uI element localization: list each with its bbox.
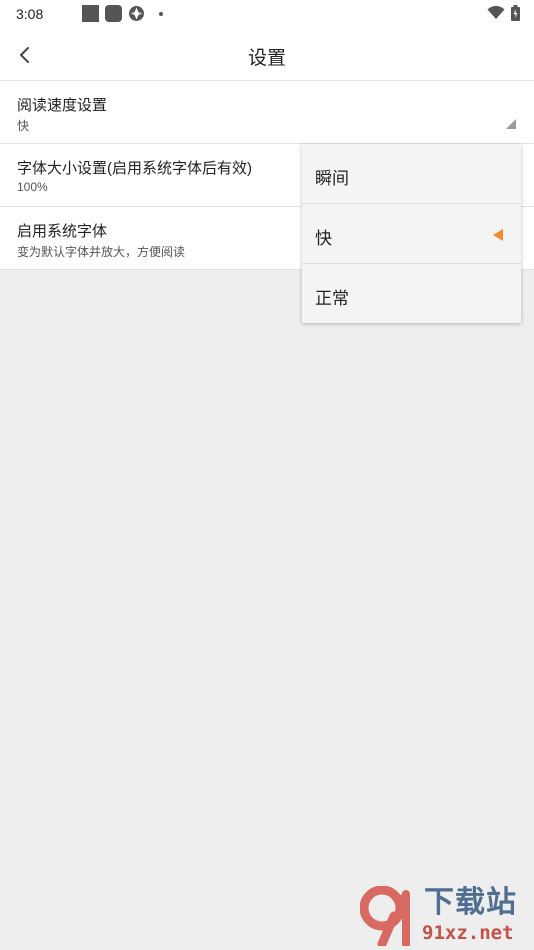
watermark-url: 91xz.net <box>422 922 514 944</box>
status-time: 3:08 <box>16 6 44 22</box>
spinner-arrow-icon <box>506 119 516 129</box>
notification-icons <box>82 5 163 22</box>
wifi-icon <box>487 6 505 19</box>
dropdown-option-fast[interactable]: 快 <box>302 204 521 264</box>
setting-description: 变为默认字体并放大，方便阅读 <box>17 245 186 259</box>
dropdown-option-instant[interactable]: 瞬间 <box>302 144 521 204</box>
speed-dropdown-menu: 瞬间 快 正常 <box>302 144 521 323</box>
dropdown-option-normal[interactable]: 正常 <box>302 264 521 323</box>
battery-icon <box>511 5 520 21</box>
watermark-logo-icon <box>360 886 410 946</box>
watermark-text: 下载站 <box>424 886 517 919</box>
setting-title: 阅读速度设置 <box>17 97 108 114</box>
option-label: 瞬间 <box>315 169 349 188</box>
app-notification-icon-2 <box>105 5 122 22</box>
page-title: 设置 <box>247 48 286 69</box>
setting-value: 快 <box>17 119 30 133</box>
app-notification-icon <box>82 5 99 22</box>
system-status-icons <box>487 5 520 21</box>
app-bar: 设置 <box>0 28 534 81</box>
setting-value: 100% <box>17 180 48 194</box>
aperture-icon <box>129 6 144 21</box>
option-label: 正常 <box>315 289 349 308</box>
status-bar: 3:08 <box>0 0 534 28</box>
more-notifications-dot <box>159 11 163 16</box>
setting-title: 字体大小设置(启用系统字体后有效) <box>17 160 252 177</box>
watermark: 下载站 91xz.net <box>360 884 532 948</box>
setting-title: 启用系统字体 <box>17 223 108 240</box>
setting-reading-speed[interactable]: 阅读速度设置 快 <box>0 81 534 144</box>
selected-indicator-icon <box>493 229 503 241</box>
option-label: 快 <box>315 229 332 248</box>
